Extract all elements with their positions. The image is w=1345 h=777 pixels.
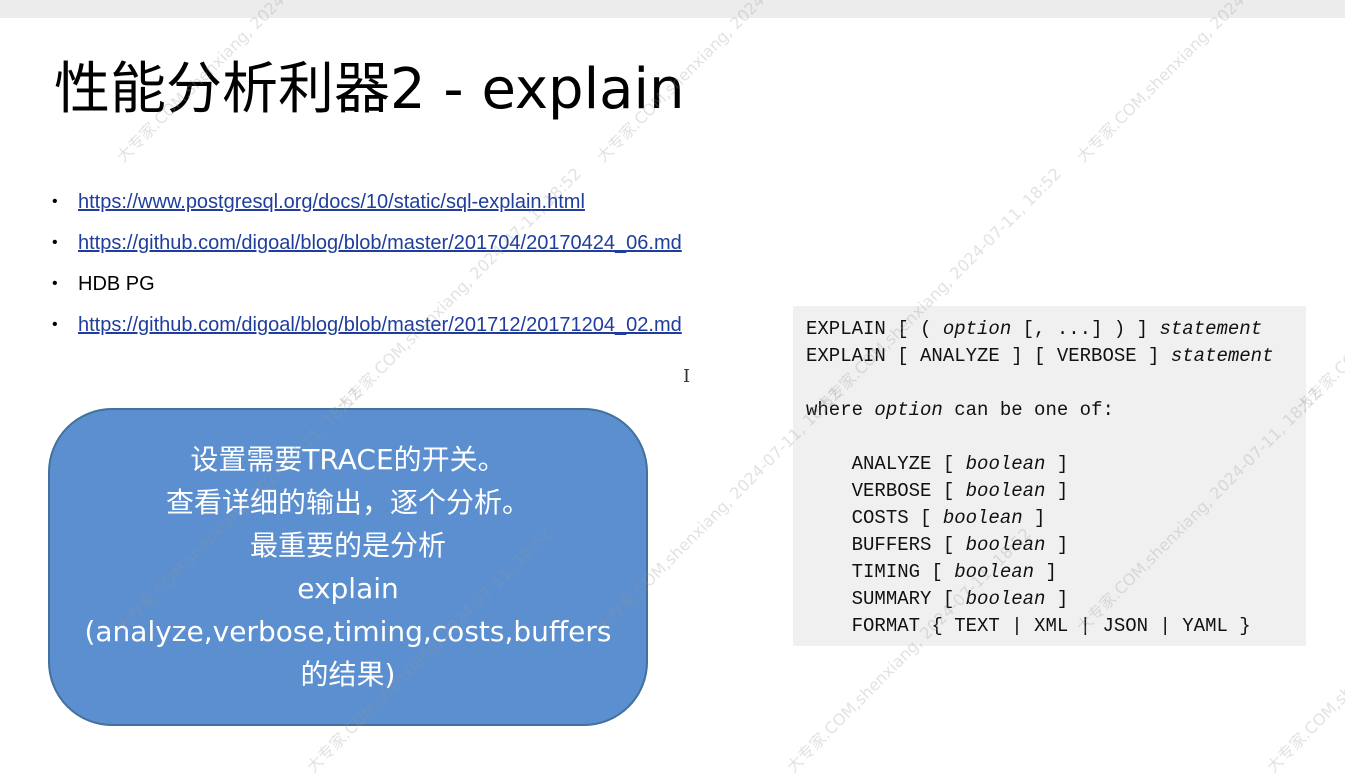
link-list-item[interactable]: • https://www.postgresql.org/docs/10/stat… [48, 186, 682, 227]
explain-syntax-code-block: EXPLAIN [ ( option [, ...] ) ] statement… [793, 306, 1306, 646]
code-text: ] [1022, 507, 1046, 529]
code-text: TIMING [ [806, 561, 955, 583]
code-placeholder: boolean [965, 453, 1046, 475]
top-bar [0, 0, 1345, 18]
callout-line: 查看详细的输出，逐个分析。 [165, 486, 530, 519]
code-text: ] [1045, 453, 1069, 475]
link-list-item[interactable]: • https://github.com/digoal/blog/blob/mas… [48, 309, 682, 350]
code-text: EXPLAIN [ ANALYZE ] [ VERBOSE ] [806, 345, 1171, 367]
code-line: SUMMARY [ boolean ] [806, 586, 1306, 613]
code-line: BUFFERS [ boolean ] [806, 532, 1306, 559]
code-text: EXPLAIN [ ( [806, 318, 943, 340]
code-placeholder: option [874, 399, 943, 421]
code-line: VERBOSE [ boolean ] [806, 478, 1306, 505]
code-text: BUFFERS [ [806, 534, 966, 556]
list-item-text: HDB PG [78, 273, 155, 295]
doc-link[interactable]: https://www.postgresql.org/docs/10/stati… [78, 191, 585, 213]
bullet-icon: • [52, 275, 58, 292]
watermark-text: 大专家.COM,shenxiang, 2024-07-11, 18:52 [1072, 0, 1326, 167]
callout-line: 的结果) [300, 658, 396, 691]
code-text: FORMAT { TEXT | XML | JSON | YAML } [806, 615, 1251, 637]
code-placeholder: statement [1170, 345, 1274, 367]
code-line: FORMAT { TEXT | XML | JSON | YAML } [806, 613, 1306, 640]
text-cursor-icon: I [683, 366, 691, 387]
slide-title: 性能分析利器2 - explain [54, 57, 685, 122]
doc-link[interactable]: https://github.com/digoal/blog/blob/mast… [78, 314, 682, 336]
code-line: EXPLAIN [ ANALYZE ] [ VERBOSE ] statemen… [806, 343, 1306, 370]
code-placeholder: statement [1159, 318, 1263, 340]
bullet-icon: • [52, 193, 58, 210]
doc-link[interactable]: https://github.com/digoal/blog/blob/mast… [78, 232, 682, 254]
code-placeholder: option [942, 318, 1012, 340]
code-text: ] [1045, 480, 1069, 502]
link-list-item[interactable]: • https://github.com/digoal/blog/blob/mas… [48, 227, 682, 268]
callout-line: 设置需要TRACE的开关。 [190, 443, 506, 476]
callout-box: 设置需要TRACE的开关。 查看详细的输出，逐个分析。 最重要的是分析 explain… [48, 408, 648, 726]
code-text: ] [1034, 561, 1057, 583]
code-line: ANALYZE [ boolean ] [806, 451, 1306, 478]
code-text: VERBOSE [ [806, 480, 966, 502]
link-list: • https://www.postgresql.org/docs/10/stat… [48, 186, 682, 350]
link-list-item: • HDB PG [48, 268, 682, 309]
code-placeholder: boolean [965, 534, 1046, 556]
code-text: ] [1045, 534, 1069, 556]
code-line: EXPLAIN [ ( option [, ...] ) ] statement [806, 316, 1306, 343]
code-placeholder: boolean [954, 561, 1035, 583]
code-line: COSTS [ boolean ] [806, 505, 1306, 532]
code-placeholder: boolean [942, 507, 1023, 529]
code-line: TIMING [ boolean ] [806, 559, 1306, 586]
bullet-icon: • [52, 234, 58, 251]
callout-line: 最重要的是分析 [249, 529, 446, 562]
callout-line: (analyze,verbose,timing,costs,buffers [84, 615, 612, 648]
code-text: COSTS [ [806, 507, 943, 529]
code-text: [, ...] ) ] [1011, 318, 1160, 340]
code-text: can be one of: [942, 399, 1114, 421]
callout-line: explain [297, 572, 399, 605]
bullet-icon: • [52, 316, 58, 333]
code-text: ] [1045, 588, 1069, 610]
code-text: ANALYZE [ [806, 453, 966, 475]
code-text: where [806, 399, 875, 421]
code-placeholder: boolean [965, 480, 1046, 502]
code-text: SUMMARY [ [806, 588, 966, 610]
code-line: where option can be one of: [806, 397, 1306, 424]
code-placeholder: boolean [965, 588, 1046, 610]
